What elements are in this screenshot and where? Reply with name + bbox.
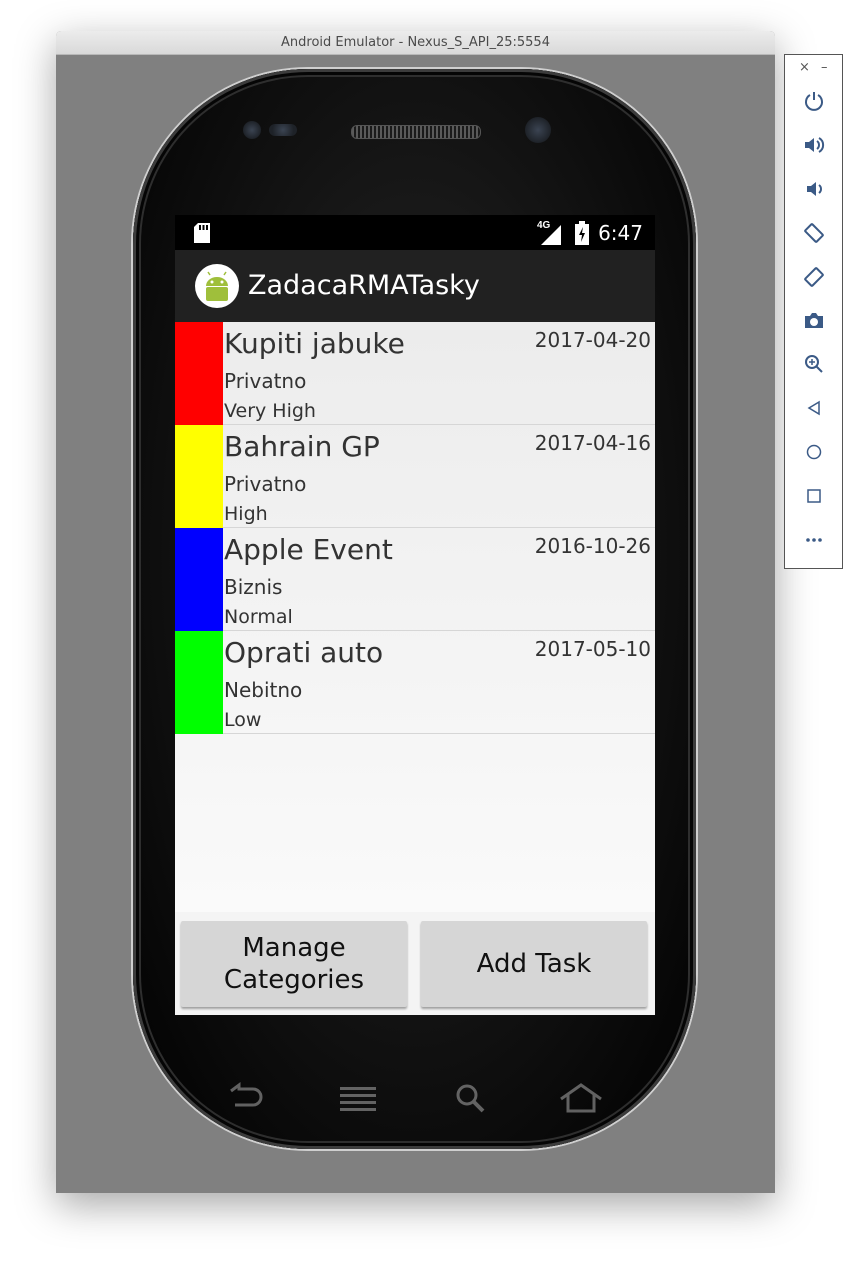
status-bar: 4G 6:47 bbox=[175, 215, 655, 250]
rotate-left-icon[interactable] bbox=[800, 219, 828, 247]
add-task-button[interactable]: Add Task bbox=[421, 921, 647, 1007]
proximity-sensor-icon bbox=[269, 124, 297, 136]
search-icon[interactable] bbox=[449, 1081, 493, 1117]
task-row[interactable]: Kupiti jabuke Privatno Very High 2017-04… bbox=[175, 322, 655, 425]
sd-card-icon bbox=[194, 223, 210, 243]
status-time: 6:47 bbox=[598, 221, 643, 245]
task-priority: Low bbox=[224, 709, 262, 731]
sensor-icon bbox=[243, 121, 261, 139]
emulator-window: Android Emulator - Nexus_S_API_25:5554 4… bbox=[56, 31, 775, 1193]
task-priority: Very High bbox=[224, 400, 316, 422]
zoom-icon[interactable] bbox=[800, 350, 828, 378]
priority-color-swatch bbox=[175, 631, 223, 734]
manage-categories-button[interactable]: Manage Categories bbox=[181, 921, 407, 1007]
task-category: Privatno bbox=[224, 369, 307, 393]
front-camera-icon bbox=[525, 117, 551, 143]
task-title: Kupiti jabuke bbox=[224, 327, 405, 360]
signal-icon bbox=[541, 225, 561, 245]
task-priority: Normal bbox=[224, 606, 293, 628]
task-list[interactable]: Kupiti jabuke Privatno Very High 2017-04… bbox=[175, 322, 655, 912]
home-icon[interactable] bbox=[800, 438, 828, 466]
phone-screen: 4G 6:47 ZadacaRMATasky Kupiti jabuke Pri… bbox=[175, 215, 655, 1015]
task-date: 2017-04-16 bbox=[534, 431, 651, 455]
minimize-icon[interactable]: – bbox=[821, 60, 828, 75]
task-date: 2017-05-10 bbox=[534, 637, 651, 661]
window-title: Android Emulator - Nexus_S_API_25:5554 bbox=[56, 31, 775, 55]
task-category: Nebitno bbox=[224, 678, 303, 702]
back-icon[interactable] bbox=[800, 394, 828, 422]
app-bar: ZadacaRMATasky bbox=[175, 250, 655, 322]
task-title: Oprati auto bbox=[224, 636, 384, 669]
speaker-grille bbox=[351, 125, 481, 139]
close-icon[interactable]: × bbox=[799, 60, 810, 75]
priority-color-swatch bbox=[175, 425, 223, 528]
task-date: 2017-04-20 bbox=[534, 328, 651, 352]
home-icon[interactable] bbox=[559, 1081, 603, 1117]
priority-color-swatch bbox=[175, 322, 223, 425]
app-title: ZadacaRMATasky bbox=[248, 270, 480, 301]
overview-icon[interactable] bbox=[800, 482, 828, 510]
task-category: Biznis bbox=[224, 575, 283, 599]
task-category: Privatno bbox=[224, 472, 307, 496]
more-icon[interactable] bbox=[800, 526, 828, 554]
task-title: Bahrain GP bbox=[224, 430, 380, 463]
battery-charging-icon bbox=[575, 221, 589, 245]
back-icon[interactable] bbox=[223, 1081, 267, 1117]
volume-down-icon[interactable] bbox=[800, 175, 828, 203]
task-row[interactable]: Apple Event Biznis Normal 2016-10-26 bbox=[175, 528, 655, 631]
camera-icon[interactable] bbox=[800, 306, 828, 334]
task-row[interactable]: Bahrain GP Privatno High 2017-04-16 bbox=[175, 425, 655, 528]
emulator-side-panel: × – bbox=[784, 54, 843, 569]
priority-color-swatch bbox=[175, 528, 223, 631]
menu-icon[interactable] bbox=[336, 1081, 380, 1117]
android-app-icon bbox=[195, 264, 239, 308]
power-icon[interactable] bbox=[800, 87, 828, 115]
volume-up-icon[interactable] bbox=[800, 131, 828, 159]
task-title: Apple Event bbox=[224, 533, 393, 566]
rotate-right-icon[interactable] bbox=[800, 263, 828, 291]
task-date: 2016-10-26 bbox=[534, 534, 651, 558]
phone-frame: 4G 6:47 ZadacaRMATasky Kupiti jabuke Pri… bbox=[133, 69, 696, 1149]
task-row[interactable]: Oprati auto Nebitno Low 2017-05-10 bbox=[175, 631, 655, 734]
task-priority: High bbox=[224, 503, 268, 525]
